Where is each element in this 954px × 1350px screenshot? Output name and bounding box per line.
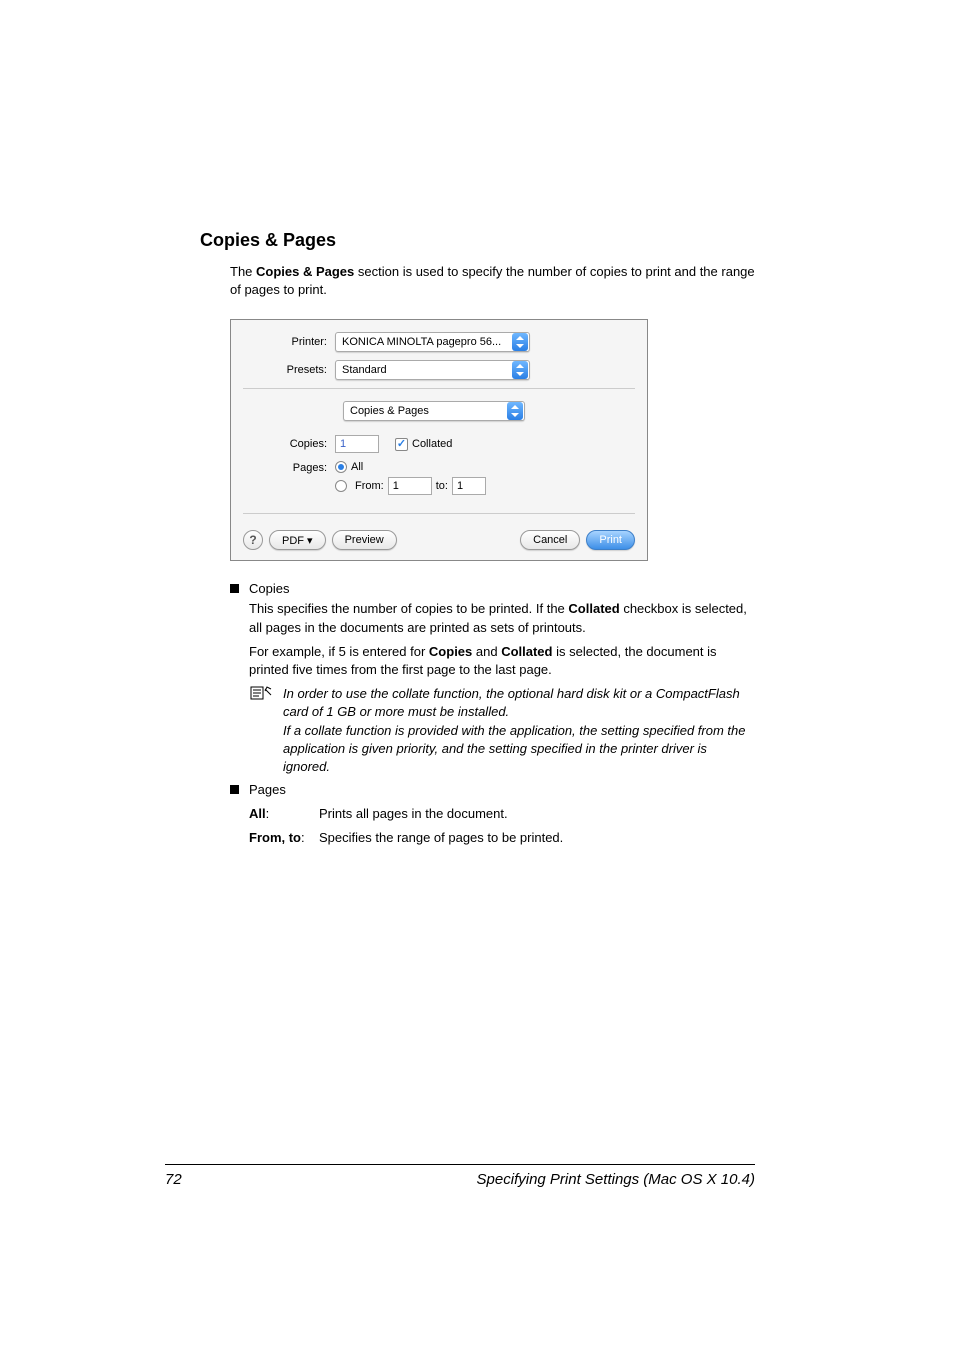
divider2 bbox=[243, 513, 635, 514]
fromto-def: Specifies the range of pages to be print… bbox=[319, 829, 563, 847]
copies-example: For example, if 5 is entered for Copies … bbox=[249, 643, 755, 679]
presets-label: Presets: bbox=[243, 364, 335, 376]
presets-select[interactable]: Standard bbox=[335, 360, 530, 380]
printer-arrow-icon bbox=[512, 333, 528, 351]
bullet-icon bbox=[230, 785, 239, 794]
all-def: Prints all pages in the document. bbox=[319, 805, 508, 823]
seg2: and bbox=[472, 644, 501, 659]
seg-bold: Collated bbox=[568, 601, 619, 616]
bullet-icon bbox=[230, 584, 239, 593]
pages-all-label: All bbox=[351, 461, 363, 473]
section-heading: Copies & Pages bbox=[200, 230, 755, 251]
copies-bullet-title: Copies bbox=[249, 581, 289, 596]
page-footer: 72 Specifying Print Settings (Mac OS X 1… bbox=[165, 1164, 755, 1188]
seg-bold2: Collated bbox=[501, 644, 552, 659]
presets-arrow-icon bbox=[512, 361, 528, 379]
panel-select[interactable]: Copies & Pages bbox=[343, 401, 525, 421]
pdf-button[interactable]: PDF ▾ bbox=[269, 530, 326, 550]
all-term: All: bbox=[249, 805, 319, 823]
fromto-term: From, to: bbox=[249, 829, 319, 847]
printer-select[interactable]: KONICA MINOLTA pagepro 56... bbox=[335, 332, 530, 352]
copies-input[interactable]: 1 bbox=[335, 435, 379, 453]
print-button[interactable]: Print bbox=[586, 530, 635, 550]
from-label: From: bbox=[355, 480, 384, 492]
pages-bullet-title: Pages bbox=[249, 782, 286, 797]
panel-arrow-icon bbox=[507, 402, 523, 420]
intro-text: The Copies & Pages section is used to sp… bbox=[230, 263, 755, 299]
help-button[interactable]: ? bbox=[243, 530, 263, 550]
to-input[interactable]: 1 bbox=[452, 477, 486, 495]
pages-from-radio[interactable] bbox=[335, 480, 347, 492]
copies-desc: This specifies the number of copies to b… bbox=[249, 600, 755, 636]
footer-title: Specifying Print Settings (Mac OS X 10.4… bbox=[477, 1171, 755, 1188]
page-number: 72 bbox=[165, 1171, 182, 1188]
divider bbox=[243, 388, 635, 389]
note-icon bbox=[249, 685, 273, 703]
to-label: to: bbox=[436, 480, 448, 492]
collated-label: Collated bbox=[412, 438, 452, 450]
intro-bold: Copies & Pages bbox=[256, 264, 354, 279]
check-icon: ✓ bbox=[397, 439, 406, 450]
panel-value: Copies & Pages bbox=[344, 405, 506, 417]
presets-value: Standard bbox=[336, 364, 511, 376]
pages-label: Pages: bbox=[243, 462, 335, 495]
note-line2: If a collate function is provided with t… bbox=[283, 722, 755, 777]
printer-value: KONICA MINOLTA pagepro 56... bbox=[336, 336, 511, 348]
from-input[interactable]: 1 bbox=[388, 477, 432, 495]
note-text: In order to use the collate function, th… bbox=[283, 685, 755, 776]
cancel-button[interactable]: Cancel bbox=[520, 530, 580, 550]
printer-label: Printer: bbox=[243, 336, 335, 348]
copies-label: Copies: bbox=[243, 438, 335, 450]
seg: For example, if 5 is entered for bbox=[249, 644, 429, 659]
seg: This specifies the number of copies to b… bbox=[249, 601, 568, 616]
note-line1: In order to use the collate function, th… bbox=[283, 685, 755, 721]
intro-seg: The bbox=[230, 264, 256, 279]
pages-all-radio[interactable] bbox=[335, 461, 347, 473]
preview-button[interactable]: Preview bbox=[332, 530, 397, 550]
print-dialog-screenshot: Printer: KONICA MINOLTA pagepro 56... Pr… bbox=[230, 319, 755, 561]
collated-checkbox[interactable]: ✓ bbox=[395, 438, 408, 451]
seg-bold: Copies bbox=[429, 644, 472, 659]
